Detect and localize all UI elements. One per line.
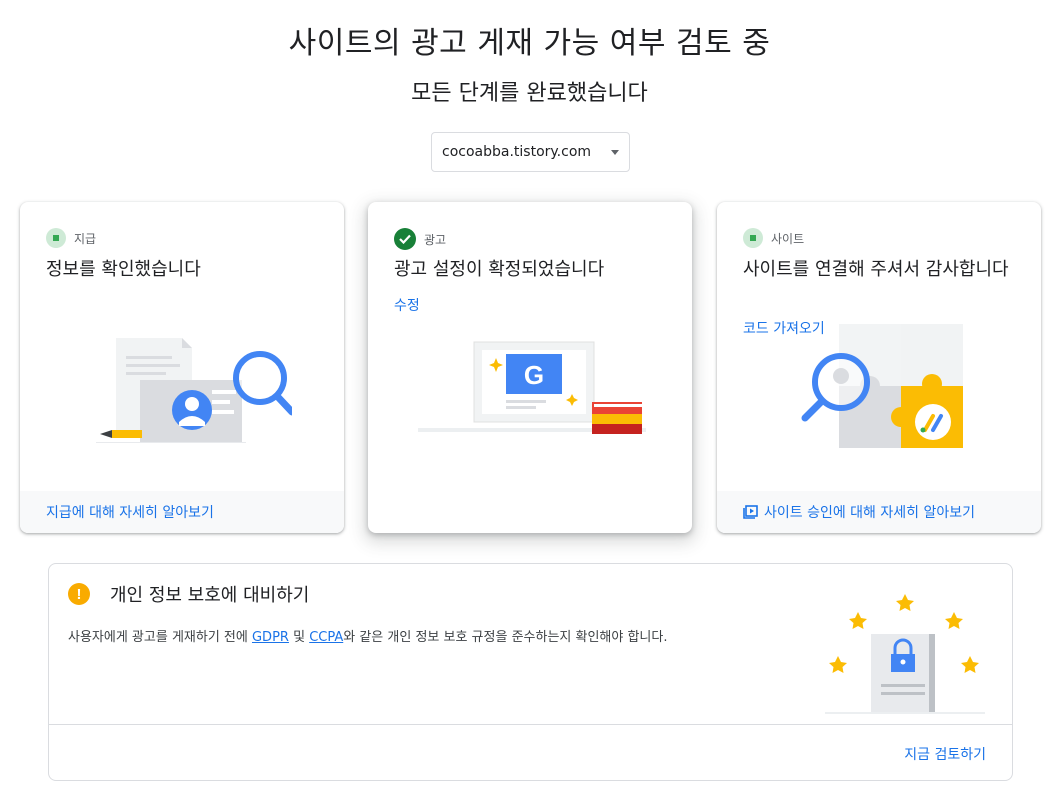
site-approval-learn-more-link[interactable]: 사이트 승인에 대해 자세히 알아보기 <box>717 491 1041 533</box>
ccpa-link[interactable]: CCPA <box>309 630 343 645</box>
privacy-desc-text: 사용자에게 광고를 게재하기 전에 <box>68 630 252 645</box>
privacy-desc-text: 및 <box>288 630 310 645</box>
review-now-button[interactable]: 지금 검토하기 <box>904 744 986 764</box>
site-selector-value: cocoabba.tistory.com <box>442 144 592 160</box>
site-connect-illustration <box>801 324 963 448</box>
payment-card: 지급 정보를 확인했습니다 지급에 대해 자세히 알아보기 <box>20 202 344 533</box>
warning-icon: ! <box>68 583 90 605</box>
page-title: 사이트의 광고 게재 가능 여부 검토 중 <box>288 26 771 61</box>
check-circle-icon <box>394 228 416 250</box>
status-dot-icon <box>46 228 66 248</box>
site-approval-learn-more-label: 사이트 승인에 대해 자세히 알아보기 <box>764 505 975 521</box>
site-card-label: 사이트 <box>771 231 805 246</box>
video-icon <box>743 505 758 519</box>
payment-learn-more-link[interactable]: 지급에 대해 자세히 알아보기 <box>20 491 344 533</box>
id-verification-illustration <box>96 338 292 443</box>
ad-settings-illustration: G <box>418 341 646 434</box>
privacy-desc-text: 와 같은 개인 정보 보호 규정을 준수하는지 확인해야 합니다. <box>343 630 668 645</box>
ads-card: 광고 광고 설정이 확정되었습니다 수정 G <box>368 202 692 533</box>
caret-down-icon <box>611 149 619 155</box>
site-selector-dropdown[interactable]: cocoabba.tistory.com <box>431 132 630 172</box>
ads-card-label: 광고 <box>424 232 447 247</box>
edit-ads-link[interactable]: 수정 <box>394 295 420 315</box>
status-dot-icon <box>743 228 763 248</box>
site-card-heading: 사이트를 연결해 주셔서 감사합니다 <box>743 259 1009 280</box>
payment-card-heading: 정보를 확인했습니다 <box>46 259 201 280</box>
gdpr-link[interactable]: GDPR <box>252 630 289 645</box>
privacy-panel: ! 개인 정보 보호에 대비하기 사용자에게 광고를 게재하기 전에 GDPR … <box>48 563 1013 781</box>
site-card: 사이트 사이트를 연결해 주셔서 감사합니다 코드 가져오기 사이트 승인에 대… <box>717 202 1041 533</box>
svg-text:G: G <box>524 360 544 390</box>
payment-card-label: 지급 <box>74 231 97 246</box>
ads-card-header: 광고 <box>394 228 446 250</box>
page-subtitle: 모든 단계를 완료했습니다 <box>411 81 648 106</box>
privacy-title: 개인 정보 보호에 대비하기 <box>110 585 310 606</box>
payment-card-header: 지급 <box>46 228 96 248</box>
ads-card-heading: 광고 설정이 확정되었습니다 <box>394 259 605 280</box>
privacy-divider <box>49 724 1012 725</box>
site-card-header: 사이트 <box>743 228 804 248</box>
privacy-lock-illustration <box>825 594 985 714</box>
privacy-description: 사용자에게 광고를 게재하기 전에 GDPR 및 CCPA와 같은 개인 정보 … <box>68 626 667 645</box>
